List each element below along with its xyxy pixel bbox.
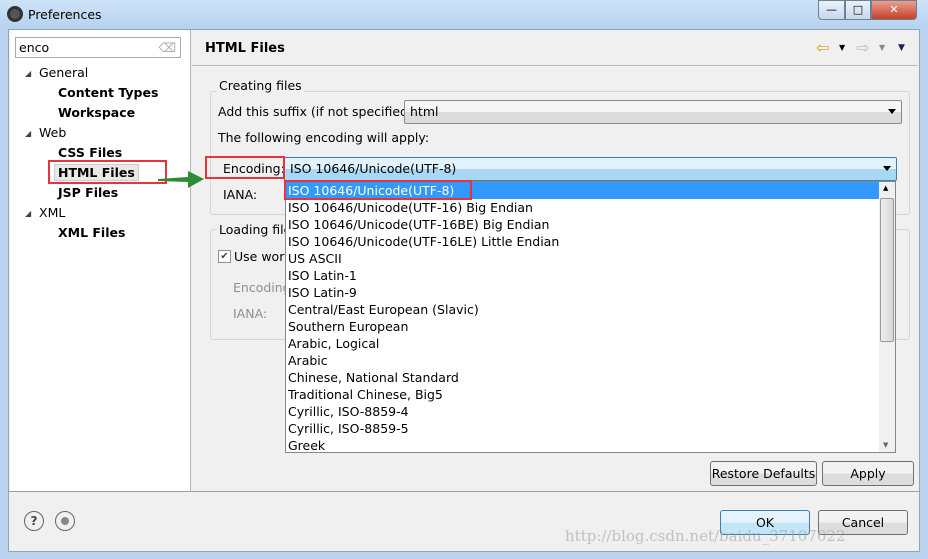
- watermark: http://blog.csdn.net/baidu_37107022: [565, 527, 846, 545]
- tree-item-xml-files[interactable]: XML Files: [58, 225, 125, 240]
- expand-toggle-icon[interactable]: ◢: [25, 69, 31, 78]
- footer-separator: [8, 491, 920, 492]
- encoding-option[interactable]: Chinese, National Standard: [286, 369, 879, 386]
- filter-input[interactable]: enco ⌫: [15, 37, 181, 58]
- back-icon[interactable]: ⇦: [816, 38, 829, 57]
- help-icon[interactable]: ?: [24, 511, 44, 531]
- use-workspace-checkbox[interactable]: ✔: [218, 250, 231, 263]
- use-workspace-label: Use worl: [234, 249, 288, 264]
- encoding-option[interactable]: Arabic, Logical: [286, 335, 879, 352]
- iana-label: IANA:: [223, 187, 258, 202]
- filter-input-value: enco: [19, 40, 50, 55]
- maximize-button[interactable]: □: [845, 0, 871, 20]
- forward-icon[interactable]: ⇨: [856, 38, 869, 57]
- encoding-option[interactable]: ISO 10646/Unicode(UTF-16LE) Little Endia…: [286, 233, 879, 250]
- chevron-down-icon: [888, 109, 896, 114]
- loading-files-label: Loading file: [217, 222, 294, 237]
- close-button[interactable]: ✕: [871, 0, 917, 20]
- encoding-value: ISO 10646/Unicode(UTF-8): [290, 161, 457, 176]
- annotation-box-encoding: [205, 156, 285, 179]
- encoding-option[interactable]: ISO 10646/Unicode(UTF-16BE) Big Endian: [286, 216, 879, 233]
- encoding-option[interactable]: Cyrillic, ISO-8859-4: [286, 403, 879, 420]
- annotation-box-utf8: [284, 180, 472, 200]
- title-bar: Preferences — □ ✕: [0, 0, 928, 29]
- chevron-down-icon: [883, 166, 891, 171]
- suffix-combo[interactable]: html: [404, 100, 902, 124]
- annotation-arrow-icon: [158, 171, 204, 188]
- loading-iana-label: IANA:: [233, 306, 268, 321]
- creating-files-label: Creating files: [217, 78, 304, 93]
- encoding-combo[interactable]: ISO 10646/Unicode(UTF-8): [284, 157, 897, 181]
- encoding-option[interactable]: ISO Latin-9: [286, 284, 879, 301]
- encoding-dropdown-list[interactable]: ISO 10646/Unicode(UTF-8) ISO 10646/Unicod…: [285, 181, 896, 453]
- suffix-value: html: [410, 104, 439, 119]
- back-menu-chevron-icon[interactable]: ▼: [839, 43, 845, 52]
- tree-item-general[interactable]: General: [39, 65, 88, 80]
- app-gear-icon: [7, 6, 23, 22]
- scroll-down-icon[interactable]: ▼: [883, 441, 888, 449]
- encoding-option[interactable]: ISO Latin-1: [286, 267, 879, 284]
- forward-menu-chevron-icon[interactable]: ▼: [879, 43, 885, 52]
- window-title: Preferences: [28, 7, 102, 22]
- apply-button[interactable]: Apply: [822, 461, 914, 486]
- encoding-option[interactable]: ISO 10646/Unicode(UTF-16) Big Endian: [286, 199, 879, 216]
- encoding-option[interactable]: Arabic: [286, 352, 879, 369]
- tree-item-jsp-files[interactable]: JSP Files: [58, 185, 118, 200]
- tree-item-web[interactable]: Web: [39, 125, 66, 140]
- minimize-button[interactable]: —: [818, 0, 845, 20]
- tree-item-xml[interactable]: XML: [39, 205, 65, 220]
- encoding-note: The following encoding will apply:: [218, 130, 430, 145]
- encoding-option[interactable]: Greek: [286, 437, 879, 454]
- tree-item-content-types[interactable]: Content Types: [58, 85, 158, 100]
- record-macro-icon[interactable]: [55, 511, 75, 531]
- annotation-box-html-files: [48, 160, 167, 184]
- expand-toggle-icon[interactable]: ◢: [25, 209, 31, 218]
- encoding-option[interactable]: Traditional Chinese, Big5: [286, 386, 879, 403]
- header-separator: [192, 65, 918, 66]
- eraser-icon[interactable]: ⌫: [158, 40, 176, 55]
- expand-toggle-icon[interactable]: ◢: [25, 129, 31, 138]
- loading-encoding-label: Encoding: [233, 280, 291, 295]
- page-title: HTML Files: [205, 41, 285, 56]
- encoding-option[interactable]: US ASCII: [286, 250, 879, 267]
- scroll-up-icon[interactable]: ▲: [883, 184, 888, 192]
- encoding-option[interactable]: Cyrillic, ISO-8859-5: [286, 420, 879, 437]
- restore-defaults-button[interactable]: Restore Defaults: [710, 461, 817, 486]
- view-menu-icon[interactable]: ▼: [898, 43, 905, 53]
- scrollbar-thumb[interactable]: [880, 198, 894, 342]
- tree-item-workspace[interactable]: Workspace: [58, 105, 135, 120]
- encoding-option[interactable]: Central/East European (Slavic): [286, 301, 879, 318]
- suffix-label: Add this suffix (if not specified):: [218, 104, 418, 119]
- tree-item-css-files[interactable]: CSS Files: [58, 145, 122, 160]
- encoding-option[interactable]: Southern European: [286, 318, 879, 335]
